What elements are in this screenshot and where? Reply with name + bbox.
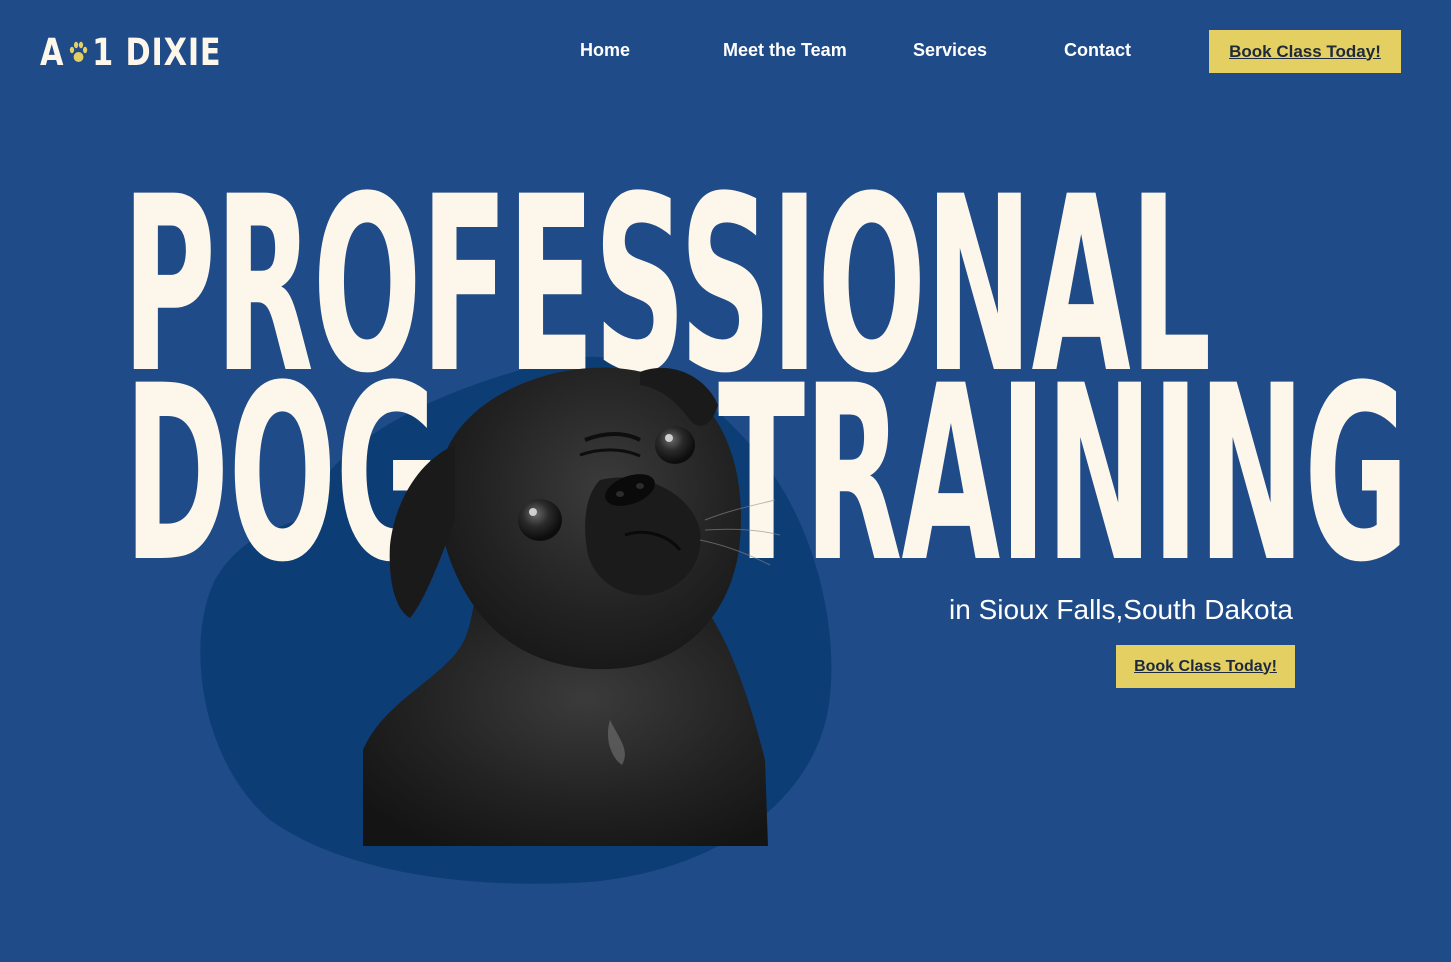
pug-image bbox=[363, 367, 781, 846]
book-class-hero-button[interactable]: Book Class Today! bbox=[1116, 645, 1295, 688]
hero-subtitle: in Sioux Falls,South Dakota bbox=[949, 594, 1293, 625]
